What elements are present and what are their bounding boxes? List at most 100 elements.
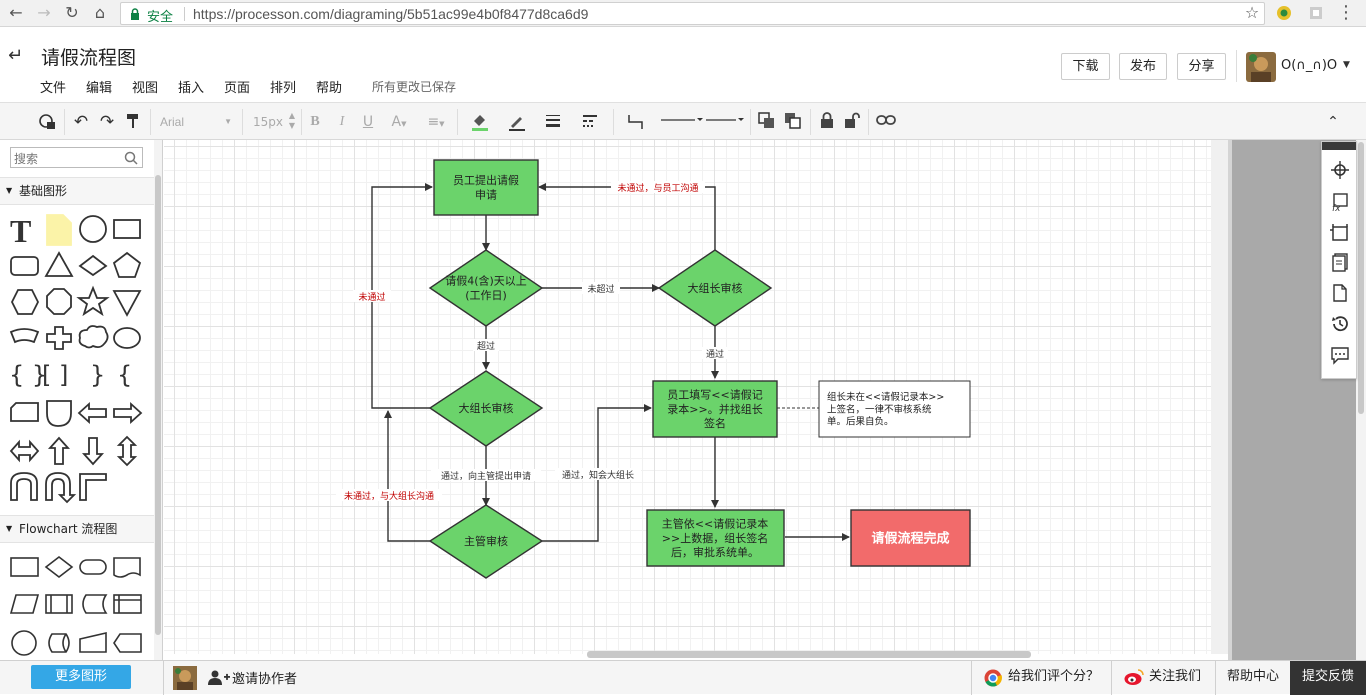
triangle-shape[interactable] (44, 251, 74, 277)
decision-manager[interactable]: 主管审核 (428, 504, 544, 579)
invite-collaborator-button[interactable]: 邀请协作者 (232, 668, 297, 687)
home-icon[interactable]: ⌂ (90, 3, 110, 23)
edge-reject-to-employee[interactable] (538, 183, 716, 250)
menu-insert[interactable]: 插入 (178, 77, 204, 96)
collapse-icon[interactable]: ⌃ (1323, 112, 1343, 132)
italic-icon[interactable]: I (334, 112, 350, 132)
extension2-icon[interactable] (1306, 3, 1326, 23)
circle-shape[interactable] (79, 215, 107, 243)
u-turn-shape[interactable] (10, 472, 38, 501)
decision-days[interactable]: 请假4(含)天以上(工作日) (428, 249, 544, 327)
rate-us-button[interactable]: 给我们评个分？ (971, 661, 1110, 695)
connector-type-icon[interactable] (620, 112, 652, 132)
search-icon[interactable] (124, 151, 138, 165)
align-icon[interactable]: ≡▼ (421, 112, 451, 132)
comment-icon[interactable] (1330, 345, 1350, 365)
decision-shape[interactable] (44, 555, 74, 579)
sequential-data-shape[interactable] (48, 633, 70, 653)
data-attributes-icon[interactable]: fx (1330, 192, 1350, 212)
decision-group-leader-b[interactable]: 大组长审核 (428, 370, 544, 447)
undo-icon[interactable]: ↶ (71, 112, 91, 132)
node-done[interactable]: 请假流程完成 (850, 509, 971, 567)
link-icon[interactable] (875, 112, 897, 132)
section-flowchart[interactable]: ▼ Flowchart 流程图 (0, 515, 154, 543)
document-shape[interactable] (113, 557, 141, 578)
stored-data-shape[interactable] (82, 594, 108, 614)
shape-search[interactable] (10, 147, 143, 169)
manual-input-shape[interactable] (79, 631, 107, 653)
canvas-area[interactable]: 员工提出请假申请 请假4(含)天以上(工作日) 大组长审核 大组长审核 主管审核… (164, 140, 1228, 654)
pages-icon[interactable] (1330, 252, 1350, 272)
brace-shape[interactable]: { } [ ] } { (9, 361, 132, 389)
left-arrow-shape[interactable] (77, 401, 107, 425)
inverted-triangle-shape[interactable] (112, 290, 142, 317)
note-box[interactable]: 组长未在<<请假记录本>>上签名，一律不审核系统单。后果自负。 (818, 380, 971, 438)
publish-button[interactable]: 发布 (1119, 53, 1167, 80)
bring-front-icon[interactable] (757, 112, 777, 132)
address-bar[interactable]: 安全 https://processon.com/diagraming/5b51… (120, 2, 1265, 25)
redo-icon[interactable]: ↷ (97, 112, 117, 132)
browser-menu-icon[interactable]: ⋮ (1336, 3, 1356, 23)
rounded-rect-shape[interactable] (10, 256, 39, 276)
edge-manager-reject[interactable] (384, 410, 430, 542)
display-shape[interactable] (113, 633, 142, 653)
help-center-button[interactable]: 帮助中心 (1215, 661, 1290, 695)
flowchart-diagram[interactable]: 员工提出请假申请 请假4(含)天以上(工作日) 大组长审核 大组长审核 主管审核… (164, 140, 1211, 654)
wave-shape[interactable] (9, 328, 40, 344)
cloud-shape[interactable] (78, 325, 109, 349)
search-input[interactable] (11, 149, 121, 169)
bookmark-star-icon[interactable]: ☆ (1242, 3, 1262, 23)
line-style-icon[interactable] (576, 112, 606, 132)
down-arrow-shape[interactable] (81, 437, 105, 466)
user-menu[interactable]: O(∩_∩)O ▼ (1246, 52, 1356, 82)
add-user-icon[interactable] (208, 670, 230, 686)
data-shape[interactable] (9, 594, 40, 614)
extension-icon[interactable] (1274, 3, 1294, 23)
share-button[interactable]: 分享 (1177, 53, 1226, 80)
font-color-icon[interactable]: A▼ (385, 112, 413, 132)
process-shape[interactable] (10, 557, 39, 577)
follow-us-button[interactable]: 关注我们 (1111, 661, 1214, 695)
page-setup-icon[interactable] (1330, 222, 1350, 242)
fill-color-icon[interactable] (465, 112, 495, 132)
forward-icon[interactable]: → (34, 3, 54, 23)
format-brush-icon[interactable] (36, 112, 58, 132)
menu-page[interactable]: 页面 (224, 77, 250, 96)
node-employee-request[interactable]: 员工提出请假申请 (433, 159, 539, 216)
bold-icon[interactable]: B (307, 112, 323, 132)
line-width-icon[interactable] (540, 112, 568, 132)
history-icon[interactable] (1330, 314, 1350, 334)
line-color-icon[interactable] (502, 112, 532, 132)
cross-shape[interactable] (46, 326, 72, 350)
font-family-select[interactable]: Arial ▼ (160, 112, 234, 132)
right-arrow-shape[interactable] (113, 401, 143, 425)
menu-help[interactable]: 帮助 (316, 77, 342, 96)
callout-shape[interactable] (46, 400, 72, 427)
u-turn-arrow-shape[interactable] (45, 472, 77, 504)
note-shape[interactable] (46, 214, 72, 246)
reload-icon[interactable]: ↻ (62, 3, 82, 23)
back-icon[interactable]: ← (6, 3, 26, 23)
feedback-button[interactable]: 提交反馈 (1290, 661, 1366, 695)
internal-storage-shape[interactable] (113, 594, 142, 614)
canvas-vscrollbar[interactable] (1358, 142, 1364, 414)
start-arrow-icon[interactable] (658, 112, 704, 132)
lock-icon[interactable] (818, 112, 836, 132)
cut-rect-shape[interactable] (10, 402, 39, 422)
decision-group-leader-a[interactable]: 大组长审核 (657, 249, 773, 327)
paint-format-icon[interactable] (123, 112, 143, 132)
underline-icon[interactable]: U (360, 112, 376, 132)
document-title[interactable]: 请假流程图 (41, 43, 136, 70)
unlock-icon[interactable] (843, 112, 861, 132)
star-shape[interactable] (76, 285, 110, 317)
more-shapes-button[interactable]: 更多图形 (31, 665, 131, 689)
font-size-stepper[interactable]: 15px ▲ ▼ (253, 111, 295, 132)
panel-scrollbar[interactable] (155, 175, 161, 635)
predefined-process-shape[interactable] (45, 594, 73, 614)
node-manager-approve[interactable]: 主管依<<请假记录本>>上数据，组长签名后，审批系统单。 (646, 509, 785, 567)
menu-view[interactable]: 视图 (132, 77, 158, 96)
node-fill-record[interactable]: 员工填写<<请假记录本>>。并找组长签名 (652, 380, 778, 438)
text-shape[interactable]: T (10, 213, 31, 249)
double-arrow-shape[interactable] (9, 439, 40, 463)
menu-file[interactable]: 文件 (40, 77, 66, 96)
